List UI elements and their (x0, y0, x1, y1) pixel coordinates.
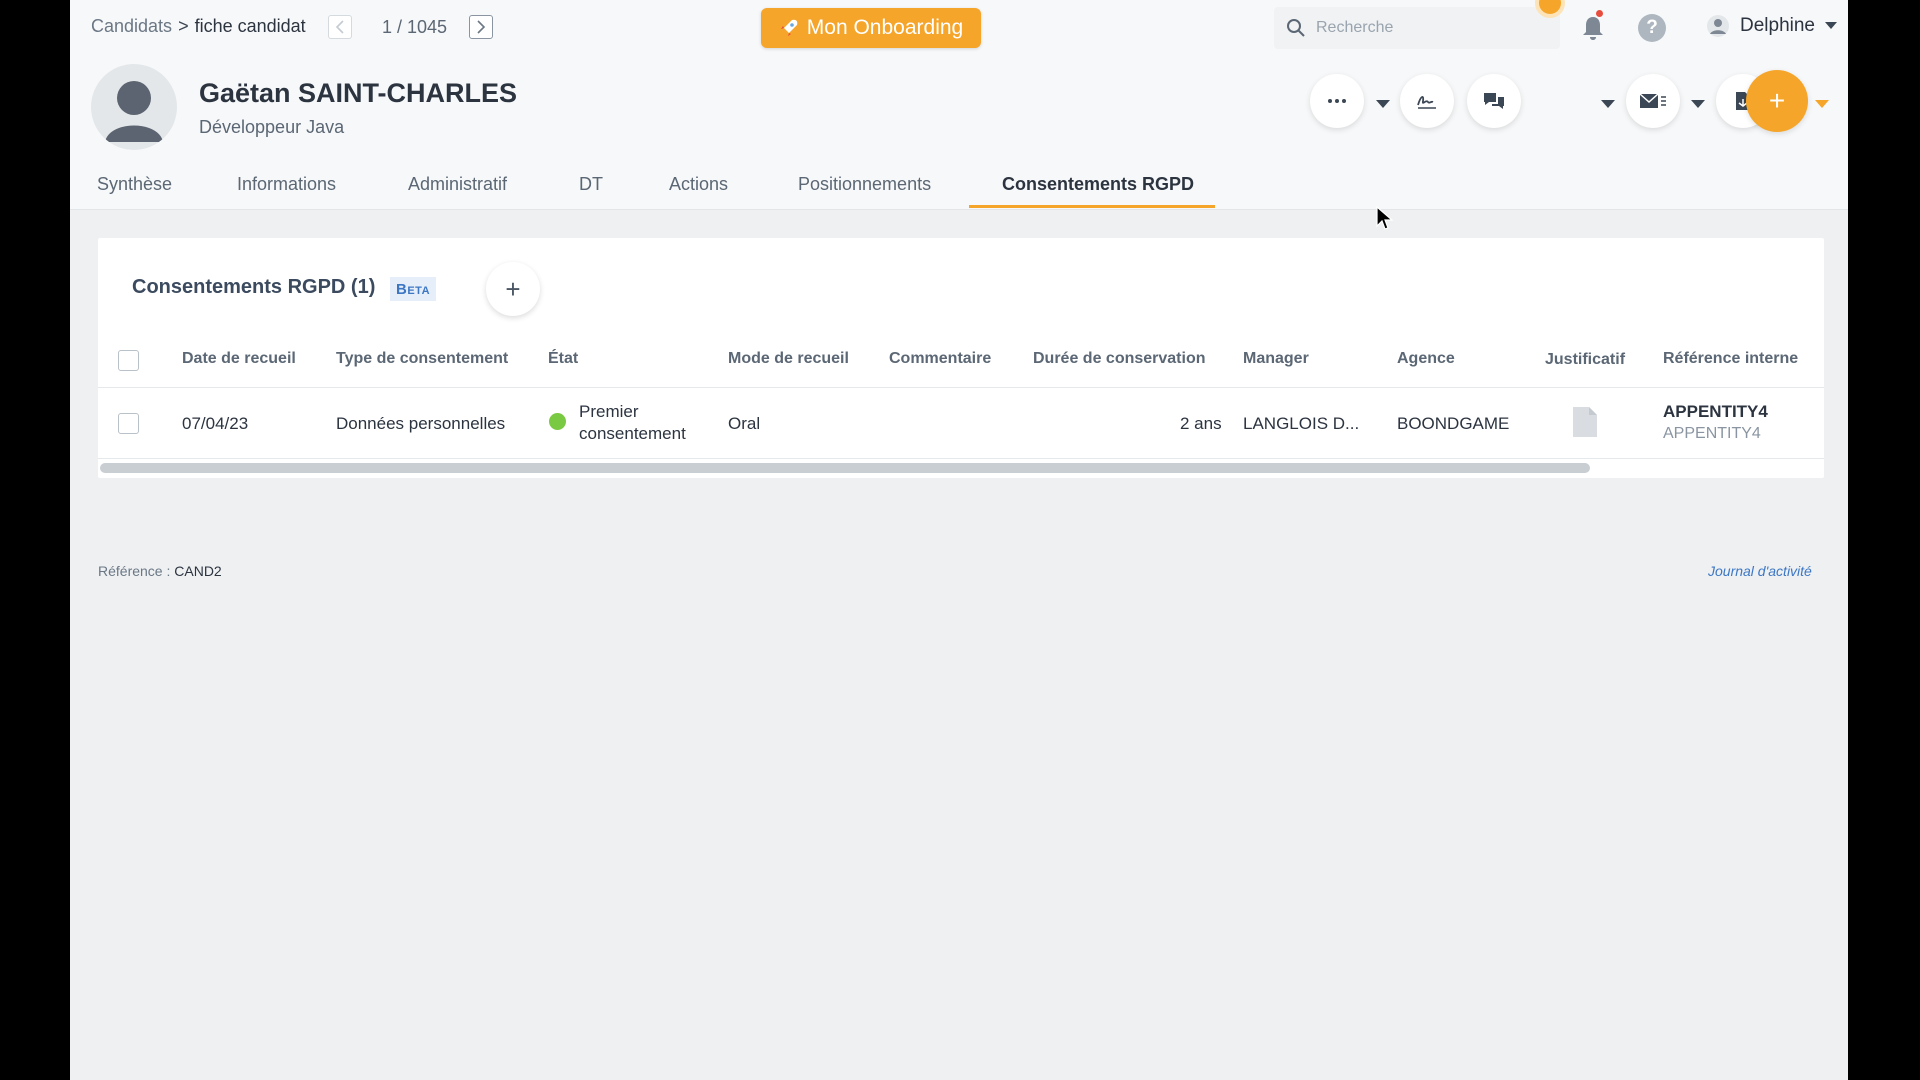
cell-state-line1: Premier (579, 402, 639, 421)
header: Candidats > fiche candidat 1 / 1045 Mon On… (70, 0, 1848, 210)
tab-bar: Synthèse Informations Administratif DT A… (70, 168, 1848, 210)
tab-administratif[interactable]: Administratif (408, 174, 507, 195)
activity-log-link[interactable]: Journal d'activité (1708, 563, 1812, 579)
next-record-button[interactable] (469, 15, 494, 39)
cell-reference-secondary: APPENTITY4 (1663, 425, 1761, 442)
horizontal-scrollbar[interactable] (100, 463, 1590, 473)
cell-mode: Oral (728, 414, 761, 433)
column-header-mode[interactable]: Mode de recueil (728, 350, 849, 368)
pager-position: 1 / 1045 (382, 16, 448, 37)
panel-title: Consentements RGPD (1) (132, 276, 376, 298)
caret-down-icon (1825, 22, 1837, 29)
help-button[interactable]: ? (1638, 14, 1666, 42)
status-indicator (549, 413, 566, 430)
bell-icon (1583, 17, 1603, 40)
column-header-justificatif[interactable]: Justificatif (1545, 351, 1625, 369)
email-caret-icon[interactable] (1691, 100, 1705, 108)
header-divider (98, 387, 1824, 388)
tab-synthese[interactable]: Synthèse (97, 174, 172, 195)
consents-panel: Consentements RGPD (1) Beta + Date de re… (98, 238, 1824, 478)
email-icon (1639, 93, 1666, 108)
column-header-date[interactable]: Date de recueil (182, 350, 296, 368)
more-actions-button[interactable] (1310, 74, 1364, 128)
column-header-comment[interactable]: Commentaire (889, 350, 991, 368)
tab-informations[interactable]: Informations (237, 174, 336, 195)
cell-duration: 2 ans (1180, 414, 1222, 433)
mouse-cursor-icon (1376, 205, 1394, 237)
column-header-agency[interactable]: Agence (1397, 350, 1455, 368)
rocket-icon (780, 19, 798, 36)
column-header-type[interactable]: Type de consentement (336, 350, 508, 368)
column-header-state[interactable]: État (548, 350, 578, 368)
breadcrumb-separator: > (178, 16, 189, 36)
select-all-checkbox[interactable] (118, 350, 139, 371)
chevron-left-icon (335, 20, 344, 34)
column-header-duration[interactable]: Durée de conservation (1033, 350, 1206, 368)
column-header-reference[interactable]: Référence interne (1663, 350, 1798, 368)
chat-bubbles-icon (1484, 93, 1504, 109)
person-icon (105, 81, 163, 142)
user-icon (1707, 15, 1729, 37)
cell-state-line2: consentement (579, 424, 686, 443)
breadcrumb-current: fiche candidat (194, 16, 306, 36)
cell-agency: BOONDGAME (1397, 414, 1510, 433)
cell-date: 07/04/23 (182, 414, 249, 433)
onboarding-label: Mon Onboarding (806, 16, 964, 39)
ellipsis-icon (1328, 99, 1346, 103)
user-menu[interactable]: Delphine (1706, 14, 1837, 38)
create-caret-icon[interactable] (1815, 100, 1829, 108)
candidate-title: Développeur Java (199, 117, 345, 137)
candidate-avatar (91, 64, 177, 150)
cell-manager: LANGLOIS D... (1243, 414, 1360, 433)
row-checkbox[interactable] (118, 413, 139, 434)
active-tab-indicator (969, 205, 1215, 208)
tab-positionnements[interactable]: Positionnements (798, 174, 931, 195)
user-name: Delphine (1740, 15, 1815, 36)
previous-record-button[interactable] (328, 15, 352, 39)
search-input[interactable] (1316, 19, 1516, 37)
create-button[interactable]: + (1746, 70, 1808, 132)
tab-consentements-rgpd[interactable]: Consentements RGPD (1002, 174, 1194, 195)
messages-caret-icon[interactable] (1601, 100, 1615, 108)
email-button[interactable] (1626, 74, 1680, 128)
candidate-name: Gaëtan SAINT-CHARLES (199, 78, 518, 108)
row-divider (98, 458, 1824, 459)
question-icon: ? (1646, 17, 1658, 38)
add-consent-button[interactable]: + (486, 262, 540, 316)
cell-reference-primary: APPENTITY4 (1663, 402, 1768, 421)
tab-dt[interactable]: DT (579, 174, 603, 195)
justificatif-document-icon[interactable] (1572, 406, 1598, 443)
search-icon (1287, 19, 1305, 37)
column-header-manager[interactable]: Manager (1243, 350, 1309, 368)
record-pager: 1 / 1045 (328, 15, 494, 39)
breadcrumb-parent-link[interactable]: Candidats (91, 16, 172, 36)
plus-icon: + (505, 273, 521, 304)
signature-icon (1417, 96, 1436, 109)
notifications-button[interactable] (1580, 14, 1606, 47)
signature-button[interactable] (1400, 74, 1454, 128)
breadcrumb: Candidats > fiche candidat (91, 16, 306, 37)
cell-type: Données personnelles (336, 414, 506, 433)
top-bar: Candidats > fiche candidat 1 / 1045 Mon On… (70, 0, 1848, 54)
reference-footer: Référence : CAND2 (98, 563, 222, 579)
reference-label: Référence : (98, 563, 171, 579)
app-window: Candidats > fiche candidat 1 / 1045 Mon On… (70, 0, 1848, 1080)
plus-icon: + (1768, 85, 1786, 116)
chevron-right-icon (477, 20, 486, 34)
onboarding-button[interactable]: Mon Onboarding (761, 8, 981, 48)
beta-badge: Beta (390, 277, 437, 301)
search-box (1274, 7, 1560, 49)
tab-actions[interactable]: Actions (669, 174, 728, 195)
messages-button[interactable] (1467, 74, 1521, 128)
more-actions-caret-icon[interactable] (1376, 100, 1390, 108)
reference-value: CAND2 (174, 563, 222, 579)
notification-badge (1596, 10, 1603, 17)
